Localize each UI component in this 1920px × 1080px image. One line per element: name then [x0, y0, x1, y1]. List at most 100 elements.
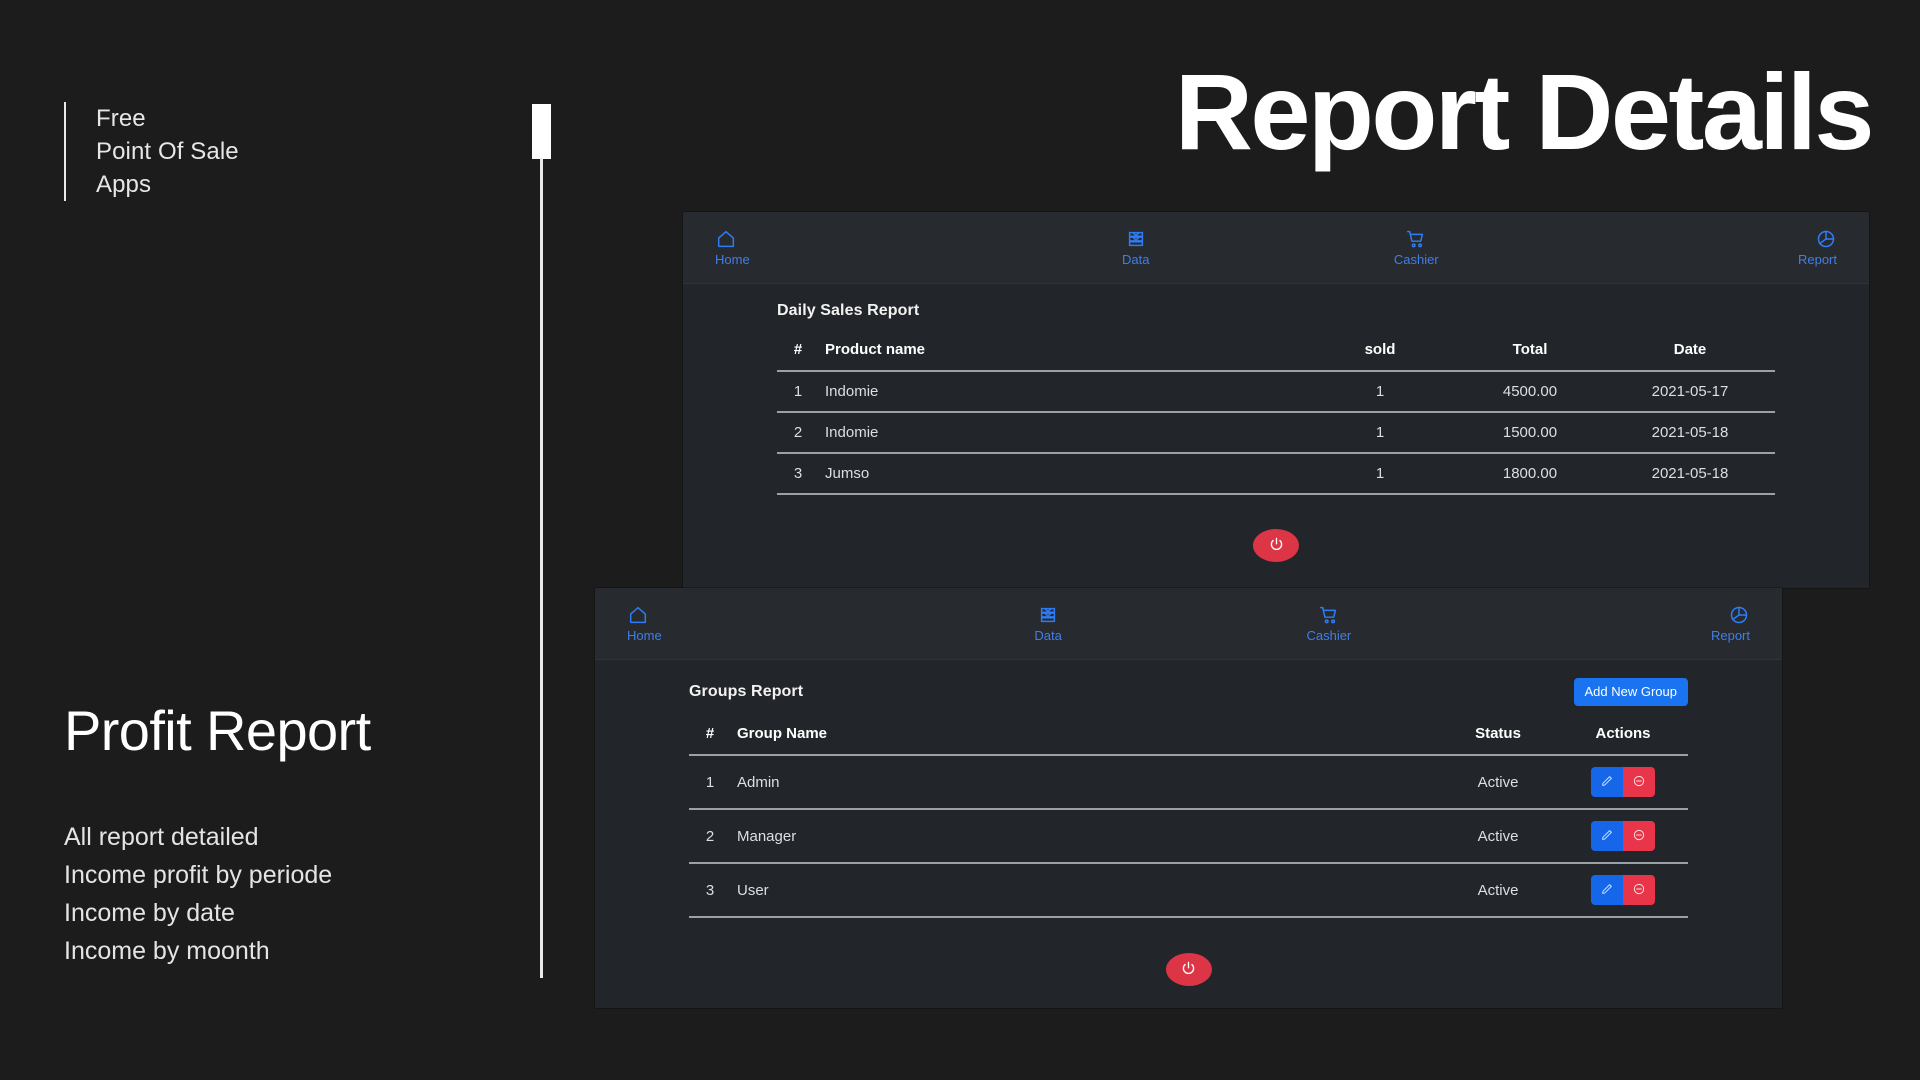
cell-index: 1 — [689, 755, 731, 810]
cell-date: 2021-05-17 — [1605, 371, 1775, 413]
delete-group-button[interactable] — [1623, 821, 1655, 851]
table-row[interactable]: 2 Indomie 1 1500.00 2021-05-18 — [777, 412, 1775, 454]
brand-line-3: Apps — [96, 171, 152, 198]
groups-report-table: # Group Name Status Actions 1 Admin Acti… — [689, 716, 1688, 918]
add-new-group-button[interactable]: Add New Group — [1573, 678, 1688, 706]
cell-group: Manager — [731, 809, 1438, 864]
nav-label-data: Data — [1034, 628, 1062, 643]
col-header-group: Group Name — [731, 716, 1438, 756]
table-row[interactable]: 1 Indomie 1 4500.00 2021-05-17 — [777, 371, 1775, 413]
row-action-group — [1591, 821, 1655, 851]
edit-pencil-icon — [1600, 828, 1614, 845]
groups-report-app-window: Home Data Cashier Report Groups Report A… — [595, 588, 1782, 1008]
edit-group-button[interactable] — [1591, 767, 1623, 797]
cell-total: 4500.00 — [1455, 371, 1605, 413]
nav-item-cashier[interactable]: Cashier — [1276, 228, 1557, 267]
status-badge: Active — [1438, 863, 1558, 918]
cell-index: 3 — [689, 863, 731, 918]
table-row[interactable]: 3 User Active — [689, 863, 1688, 918]
edit-group-button[interactable] — [1591, 821, 1623, 851]
cell-sold: 1 — [1305, 412, 1455, 454]
status-badge: Active — [1438, 809, 1558, 864]
col-header-actions: Actions — [1558, 716, 1688, 756]
table-header-row: # Product name sold Total Date — [777, 332, 1775, 372]
nav-item-data[interactable]: Data — [908, 604, 1189, 643]
nav-label-data: Data — [1122, 252, 1150, 267]
edit-pencil-icon — [1600, 774, 1614, 791]
daily-sales-table: # Product name sold Total Date 1 Indomie… — [777, 332, 1775, 495]
nav-item-home[interactable]: Home — [609, 604, 908, 643]
nav-label-report: Report — [1710, 628, 1750, 643]
groups-card-head: Groups Report Add New Group — [689, 678, 1688, 706]
shopping-cart-icon — [1405, 228, 1427, 250]
shopping-cart-icon — [1318, 604, 1340, 626]
nav-item-report[interactable]: Report — [1557, 228, 1856, 267]
remove-circle-icon — [1632, 774, 1646, 791]
remove-circle-icon — [1632, 828, 1646, 845]
brand-lines: Free Point Of Sale Apps — [96, 102, 239, 201]
database-icon — [1037, 604, 1059, 626]
cell-actions — [1558, 863, 1688, 918]
cell-index: 1 — [777, 371, 819, 413]
cell-group: User — [731, 863, 1438, 918]
edit-pencil-icon — [1600, 882, 1614, 899]
daily-sales-title: Daily Sales Report — [777, 302, 920, 319]
cell-sold: 1 — [1305, 453, 1455, 495]
col-header-product: Product name — [819, 332, 1305, 372]
cell-index: 3 — [777, 453, 819, 495]
remove-circle-icon — [1632, 882, 1646, 899]
cell-product: Indomie — [819, 412, 1305, 454]
power-off-button[interactable] — [1165, 953, 1212, 986]
cell-product: Indomie — [819, 371, 1305, 413]
cell-sold: 1 — [1305, 371, 1455, 413]
table-row[interactable]: 2 Manager Active — [689, 809, 1688, 864]
edit-group-button[interactable] — [1591, 875, 1623, 905]
app-navbar: Home Data Cashier Report — [683, 212, 1869, 284]
bullet-item: All report detailed — [64, 823, 259, 851]
groups-report-title: Groups Report — [689, 683, 804, 700]
col-header-index: # — [689, 716, 731, 756]
brand-rule-divider — [64, 102, 66, 201]
home-icon — [715, 228, 737, 250]
daily-sales-app-window: Home Data Cashier Report Daily Sales Rep… — [683, 212, 1869, 588]
row-action-group — [1591, 875, 1655, 905]
nav-label-cashier: Cashier — [1306, 628, 1352, 643]
bullet-item: Income by moonth — [64, 937, 270, 965]
cell-date: 2021-05-18 — [1605, 453, 1775, 495]
col-header-total: Total — [1455, 332, 1605, 372]
table-header-row: # Group Name Status Actions — [689, 716, 1688, 756]
feature-bullet-list: All report detailed Income profit by per… — [64, 818, 332, 970]
nav-label-report: Report — [1797, 252, 1837, 267]
pie-chart-icon — [1728, 604, 1750, 626]
nav-item-cashier[interactable]: Cashier — [1189, 604, 1470, 643]
delete-group-button[interactable] — [1623, 767, 1655, 797]
brand-block: Free Point Of Sale Apps — [64, 102, 239, 201]
status-badge: Active — [1438, 755, 1558, 810]
page-title: Report Details — [1174, 51, 1875, 172]
delete-group-button[interactable] — [1623, 875, 1655, 905]
col-header-date: Date — [1605, 332, 1775, 372]
bullet-item: Income by date — [64, 899, 235, 927]
cell-group: Admin — [731, 755, 1438, 810]
nav-item-home[interactable]: Home — [697, 228, 996, 267]
divider-cap — [532, 104, 551, 159]
nav-item-data[interactable]: Data — [996, 228, 1277, 267]
cell-product: Jumso — [819, 453, 1305, 495]
database-icon — [1125, 228, 1147, 250]
bullet-item: Income profit by periode — [64, 861, 333, 889]
table-row[interactable]: 3 Jumso 1 1800.00 2021-05-18 — [777, 453, 1775, 495]
col-header-index: # — [777, 332, 819, 372]
power-off-button[interactable] — [1253, 529, 1299, 562]
nav-label-home: Home — [627, 628, 662, 643]
app-navbar: Home Data Cashier Report — [595, 588, 1782, 660]
cell-total: 1500.00 — [1455, 412, 1605, 454]
col-header-sold: sold — [1305, 332, 1455, 372]
cell-total: 1800.00 — [1455, 453, 1605, 495]
table-row[interactable]: 1 Admin Active — [689, 755, 1688, 810]
section-heading: Profit Report — [64, 699, 371, 762]
nav-label-home: Home — [715, 252, 750, 267]
power-icon — [1268, 536, 1285, 556]
col-header-status: Status — [1438, 716, 1558, 756]
power-icon — [1180, 960, 1197, 980]
nav-item-report[interactable]: Report — [1469, 604, 1768, 643]
